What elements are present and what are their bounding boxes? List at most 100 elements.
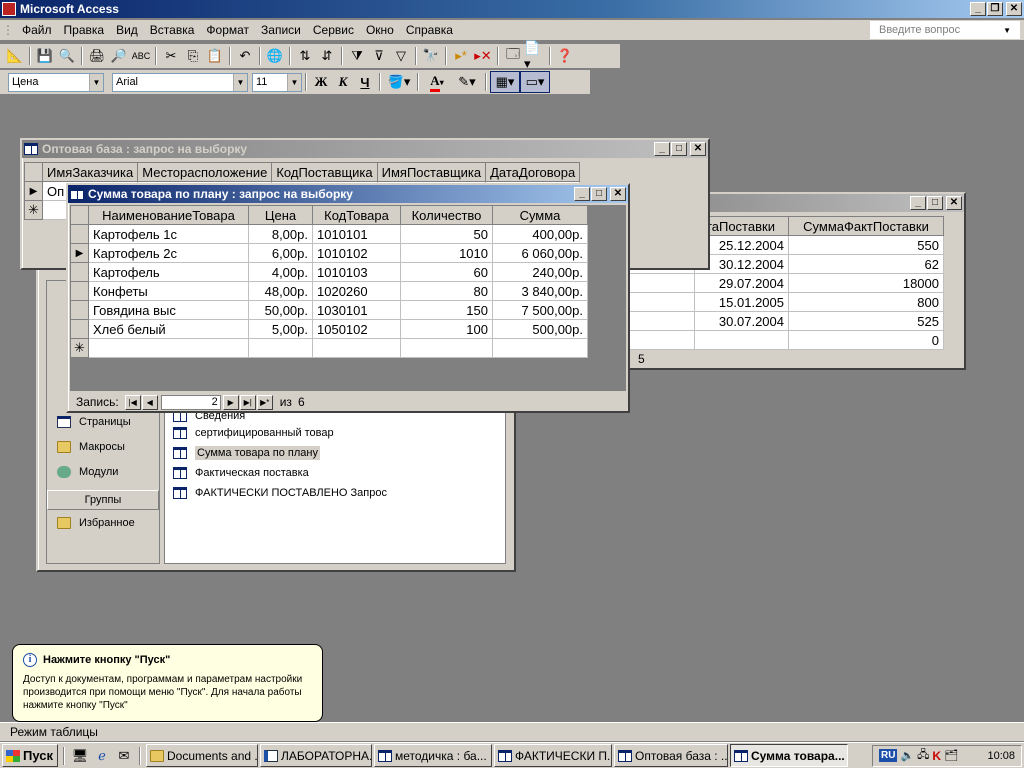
column-header[interactable]: КодТовара	[312, 205, 401, 225]
sort-descending-icon[interactable]: ⇵	[316, 45, 338, 67]
hyperlink-icon[interactable]: 🌐	[264, 45, 286, 67]
menu-records[interactable]: Записи	[255, 23, 307, 37]
filter-by-form-icon[interactable]: ⊽	[368, 45, 390, 67]
last-record-button[interactable]: ▶|	[239, 394, 256, 410]
prev-record-button[interactable]: ◀	[141, 394, 158, 410]
db-left-favorites[interactable]: Избранное	[47, 510, 159, 535]
column-header[interactable]: ИмяЗаказчика	[41, 162, 139, 182]
table-row[interactable]: 26015.01.2005800	[602, 292, 944, 312]
minimize-button[interactable]: _	[910, 196, 926, 210]
column-header[interactable]: КодПоставщика	[271, 162, 378, 182]
filter-by-selection-icon[interactable]: ⧩	[346, 45, 368, 67]
app-titlebar[interactable]: Microsoft Access _ ❐ ✕	[0, 0, 1024, 18]
column-header[interactable]: Цена	[248, 205, 313, 225]
gridlines-icon[interactable]: ▦▾	[490, 71, 520, 93]
database-window-icon[interactable]: 🗔	[502, 45, 524, 67]
menu-window[interactable]: Окно	[360, 23, 400, 37]
size-combo[interactable]: 11 ▼	[252, 72, 302, 92]
menu-view[interactable]: Вид	[110, 23, 144, 37]
minimize-button[interactable]: _	[970, 2, 986, 16]
chevron-down-icon[interactable]: ▼	[233, 73, 247, 91]
record-number-input[interactable]: 2	[160, 394, 221, 410]
paste-icon[interactable]: 📋	[204, 45, 226, 67]
view-icon[interactable]: 📐	[4, 45, 26, 67]
show-desktop-icon[interactable]: 🖥	[70, 745, 90, 767]
maximize-button[interactable]: □	[591, 187, 607, 201]
volume-icon[interactable]: 🔈	[900, 749, 914, 762]
table-row[interactable]: Хлеб белый 5,00р. 1050102 100 500,00р.	[70, 319, 588, 339]
find-icon[interactable]: 🔭	[420, 45, 442, 67]
help-icon[interactable]: ❓	[554, 45, 576, 67]
menu-file[interactable]: Файл	[16, 23, 58, 37]
special-effect-icon[interactable]: ▭▾	[520, 71, 550, 93]
table-row[interactable]: Картофель 1с 8,00р. 1010101 50 400,00р.	[70, 224, 588, 244]
new-object-icon[interactable]: 📄▾	[524, 40, 546, 71]
clock[interactable]: 10:08	[987, 750, 1015, 762]
row-selector[interactable]	[70, 300, 89, 320]
column-header[interactable]: ДатаДоговора	[485, 162, 581, 182]
new-record-icon[interactable]: ✳	[70, 338, 89, 358]
ie-icon[interactable]: ℯ	[92, 745, 112, 767]
language-indicator[interactable]: RU	[879, 749, 898, 762]
table-row[interactable]: 40329.07.200418000	[602, 273, 944, 293]
row-selector[interactable]	[70, 262, 89, 282]
spelling-icon[interactable]: ABC	[130, 45, 152, 67]
chevron-down-icon[interactable]: ▼	[287, 73, 301, 91]
column-header[interactable]: Сумма	[492, 205, 588, 225]
menu-edit[interactable]: Правка	[58, 23, 111, 37]
column-header[interactable]: Месторасположение	[137, 162, 273, 182]
fill-color-icon[interactable]: 🪣▾	[384, 71, 414, 93]
db-groups-header[interactable]: Группы	[47, 490, 159, 510]
help-question-arrow[interactable]: ▼	[997, 26, 1017, 35]
undo-icon[interactable]: ↶	[234, 45, 256, 67]
task-method[interactable]: методичка : ба...	[374, 744, 492, 767]
tray-app-icon[interactable]: 🗂	[944, 749, 958, 762]
next-record-button[interactable]: ▶	[222, 394, 239, 410]
font-combo[interactable]: Arial ▼	[112, 72, 248, 92]
font-color-button[interactable]: А ▾	[422, 71, 452, 93]
minimize-button[interactable]: _	[654, 142, 670, 156]
search-file-icon[interactable]: 🔍	[56, 45, 78, 67]
minimize-button[interactable]: _	[574, 187, 590, 201]
restore-button[interactable]: ❐	[987, 2, 1003, 16]
outlook-icon[interactable]: ✉	[114, 745, 134, 767]
menu-tools[interactable]: Сервис	[307, 23, 360, 37]
db-object-item[interactable]: ФАКТИЧЕСКИ ПОСТАВЛЕНО Запрос	[165, 483, 505, 503]
new-record-icon[interactable]: ▸*	[450, 45, 472, 67]
help-question-box[interactable]: Введите вопрос ▼	[870, 21, 1020, 39]
apply-filter-icon[interactable]: ▽	[390, 45, 412, 67]
db-left-modules[interactable]: Модули	[47, 459, 159, 484]
field-combo[interactable]: Цена ▼	[8, 72, 104, 92]
menu-insert[interactable]: Вставка	[144, 23, 201, 37]
db-object-item[interactable]: сертифицированный товар	[165, 423, 505, 443]
menu-help[interactable]: Справка	[400, 23, 459, 37]
plan-sum-query-window[interactable]: Сумма товара по плану : запрос на выборк…	[66, 183, 630, 413]
save-icon[interactable]: 💾	[34, 45, 56, 67]
cut-icon[interactable]: ✂	[160, 45, 182, 67]
underline-button[interactable]: Ч	[354, 71, 376, 93]
db-object-item[interactable]: Фактическая поставка	[165, 463, 505, 483]
delete-record-icon[interactable]: ▸✕	[472, 45, 494, 67]
table-row[interactable]: Конфеты 48,00р. 1020260 80 3 840,00р.	[70, 281, 588, 301]
wholesale-window-titlebar[interactable]: Оптовая база : запрос на выборку _ □ ✕	[22, 140, 708, 158]
first-record-button[interactable]: |◀	[124, 394, 141, 410]
plan-sum-window-titlebar[interactable]: Сумма товара по плану : запрос на выборк…	[68, 185, 628, 203]
copy-icon[interactable]: ⎘	[182, 45, 204, 67]
sort-ascending-icon[interactable]: ⇅	[294, 45, 316, 67]
network-icon[interactable]: 🖧	[917, 746, 929, 765]
task-fact[interactable]: ФАКТИЧЕСКИ П...	[494, 744, 612, 767]
row-selector[interactable]	[70, 319, 89, 339]
new-record-icon[interactable]: ✳	[24, 200, 43, 220]
table-row[interactable]: Картофель 4,00р. 1010103 60 240,00р.	[70, 262, 588, 282]
close-button[interactable]: ✕	[690, 142, 706, 156]
row-selector-header[interactable]	[24, 162, 43, 182]
menu-format[interactable]: Формат	[200, 23, 255, 37]
row-selector[interactable]	[70, 224, 89, 244]
table-row[interactable]: 10130.07.2004525	[602, 311, 944, 331]
print-preview-icon[interactable]: 🔎	[108, 45, 130, 67]
antivirus-icon[interactable]: K	[932, 749, 941, 763]
column-header[interactable]: ИмяПоставщика	[376, 162, 487, 182]
row-selector[interactable]	[70, 281, 89, 301]
column-header[interactable]: НаименованиеТовара	[88, 205, 249, 225]
close-button[interactable]: ✕	[610, 187, 626, 201]
